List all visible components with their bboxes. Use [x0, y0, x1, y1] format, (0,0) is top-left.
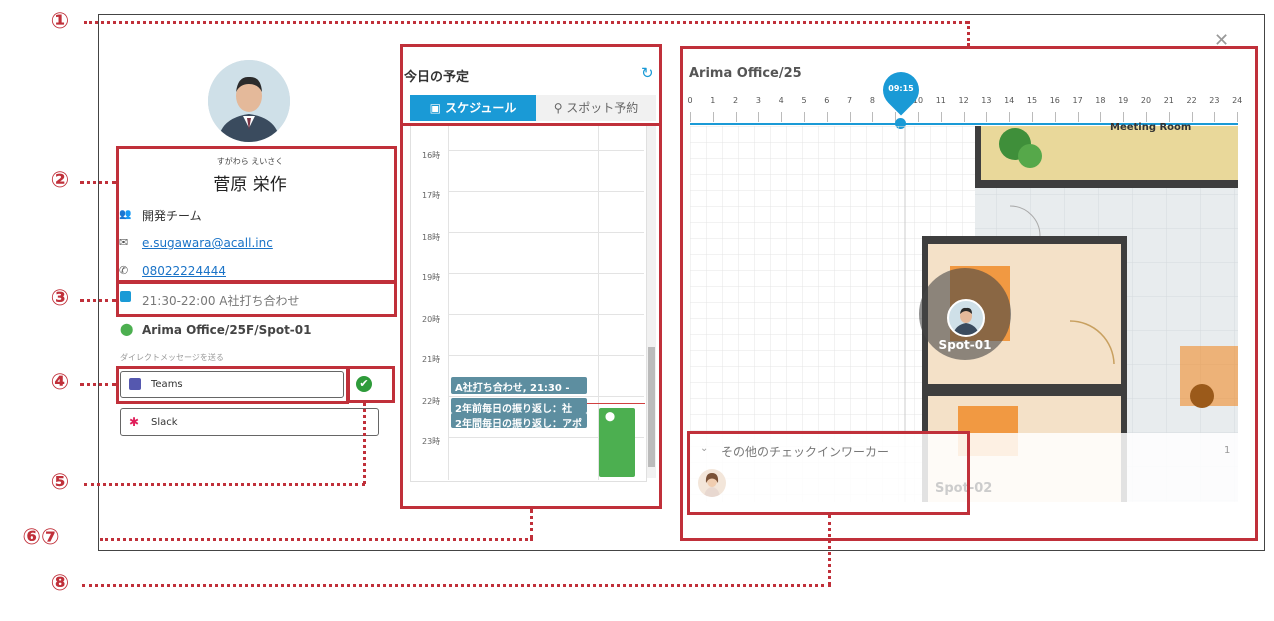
leader-line [80, 181, 116, 184]
leader-line [100, 538, 533, 541]
annotation-box-current-event [116, 281, 397, 317]
callout-3: ③ [44, 283, 76, 315]
dm-label: ダイレクトメッセージを送る [120, 353, 224, 362]
callout-5: ⑤ [44, 467, 76, 499]
slack-icon: ✱ [129, 415, 140, 429]
slack-label: Slack [151, 417, 178, 428]
leader-line [82, 584, 831, 587]
leader-line [363, 403, 366, 484]
leader-line [80, 383, 116, 386]
callout-8: ⑧ [44, 568, 76, 600]
callout-6-7: ⑥⑦ [4, 522, 78, 554]
annotation-box-schedule [400, 123, 662, 509]
slack-button[interactable]: ✱ Slack [120, 408, 379, 436]
location-pin-icon: ⬤ [120, 322, 134, 336]
avatar [208, 60, 290, 142]
leader-line [80, 299, 116, 302]
annotation-box-checkin [687, 431, 970, 515]
annotation-box-profile [116, 146, 397, 283]
callout-4: ④ [44, 367, 76, 399]
leader-line [530, 509, 533, 539]
annotation-box-schedule-header [400, 44, 662, 126]
leader-line [84, 483, 365, 486]
location-text: Arima Office/25F/Spot-01 [142, 323, 312, 337]
annotation-box-status [347, 366, 395, 403]
leader-line [84, 21, 968, 24]
callout-1: ① [44, 6, 76, 38]
leader-line [967, 21, 970, 46]
annotation-box-teams [116, 366, 349, 404]
callout-2: ② [44, 165, 76, 197]
leader-line [828, 515, 831, 585]
